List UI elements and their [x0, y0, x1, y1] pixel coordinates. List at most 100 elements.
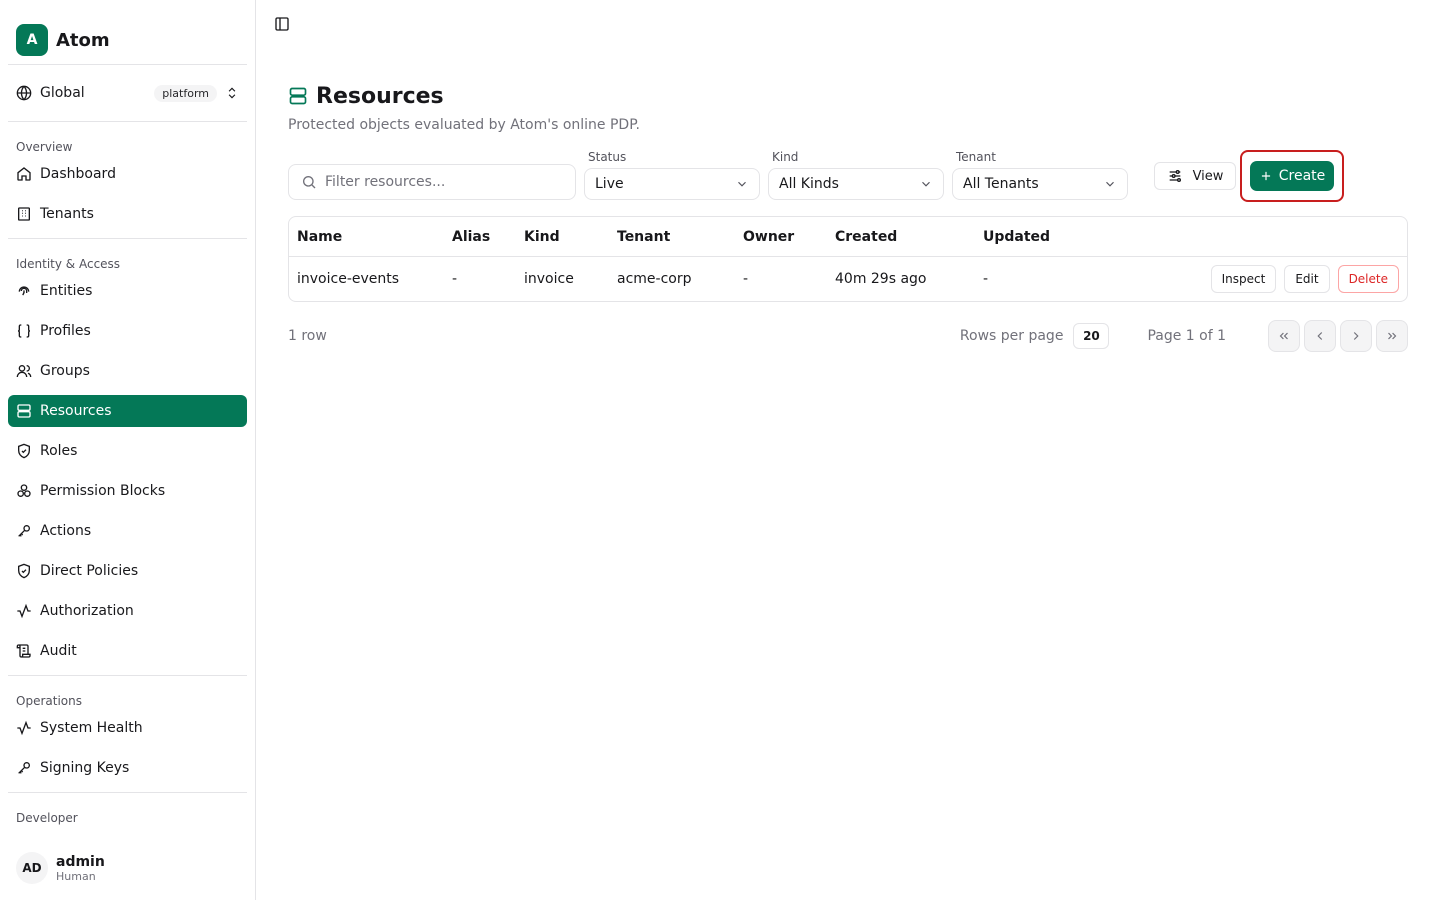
sidebar-item-label: Profiles: [40, 323, 91, 339]
column-header-name[interactable]: Name: [289, 229, 452, 245]
sidebar-item-tenants[interactable]: Tenants: [8, 198, 247, 230]
sidebar-item-dashboard[interactable]: Dashboard: [8, 158, 247, 190]
status-select-value: Live: [595, 176, 624, 192]
divider: [8, 792, 247, 793]
delete-button[interactable]: Delete: [1337, 265, 1399, 293]
cell-alias: -: [452, 271, 458, 287]
inspect-button[interactable]: Inspect: [1210, 265, 1277, 293]
kind-select-value: All Kinds: [779, 176, 839, 192]
rows-per-page-label: Rows per page: [959, 328, 1064, 344]
shield-icon: [18, 443, 30, 459]
column-header-updated[interactable]: Updated: [983, 229, 1123, 245]
scope-label: Global: [40, 85, 85, 101]
sidebar-item-signing-keys[interactable]: Signing Keys: [8, 752, 247, 784]
edit-button[interactable]: Edit: [1284, 265, 1330, 293]
activity-icon: [17, 603, 31, 619]
chevrons-left-icon: [1279, 332, 1288, 340]
tenant-filter-label: Tenant: [956, 150, 996, 164]
user-info: admin Human: [56, 854, 105, 883]
page-info: Page 1 of 1: [1147, 328, 1226, 344]
table-header: Name Alias Kind Tenant Owner Created Upd…: [289, 217, 1407, 257]
status-select[interactable]: Live: [584, 168, 760, 200]
sidebar-item-entities[interactable]: Entities: [8, 275, 247, 307]
scroll-icon: [16, 644, 31, 658]
avatar: AD: [16, 852, 48, 884]
rows-per-page-select[interactable]: 20: [1073, 323, 1110, 349]
database-icon: [17, 404, 31, 418]
chevron-down-icon: [922, 181, 930, 187]
user-menu[interactable]: AD admin Human: [0, 836, 255, 900]
prev-page-button[interactable]: [1304, 320, 1336, 352]
tenant-filter: Tenant All Tenants: [952, 150, 1128, 200]
cell-updated: -: [983, 271, 989, 287]
column-header-tenant[interactable]: Tenant: [617, 229, 743, 245]
section-title-identity: Identity & Access: [16, 257, 121, 271]
column-header-kind[interactable]: Kind: [524, 229, 617, 245]
sidebar-item-actions[interactable]: Actions: [8, 515, 247, 547]
sidebar: A Atom Global platform Overview Dashboar…: [0, 0, 256, 900]
scope-badge: platform: [154, 84, 217, 102]
column-header-owner[interactable]: Owner: [743, 229, 835, 245]
brand-logo: A: [16, 24, 48, 56]
sidebar-item-system-health[interactable]: System Health: [8, 712, 247, 744]
pagination: 1 row Rows per page 20 Page 1 of 1: [288, 320, 1408, 352]
blocks-icon: [17, 484, 31, 497]
user-role: Human: [56, 869, 96, 883]
chevron-down-icon: [1106, 181, 1114, 187]
section-title-overview: Overview: [16, 140, 73, 154]
key-icon: [18, 525, 30, 537]
brand[interactable]: A Atom: [0, 0, 255, 64]
scope-switcher[interactable]: Global platform: [0, 65, 255, 121]
page-content: Resources Protected objects evaluated by…: [288, 80, 1408, 352]
plus-icon: [1261, 171, 1270, 181]
sidebar-item-label: Authorization: [40, 603, 134, 619]
sidebar-item-profiles[interactable]: Profiles: [8, 315, 247, 347]
column-header-alias[interactable]: Alias: [452, 229, 524, 245]
rows-count: 1 row: [288, 328, 327, 344]
sidebar-item-label: Entities: [40, 283, 93, 299]
sidebar-item-audit[interactable]: Audit: [8, 635, 247, 667]
tenant-select-value: All Tenants: [963, 176, 1039, 192]
kind-filter-label: Kind: [772, 150, 799, 164]
sidebar-item-direct-policies[interactable]: Direct Policies: [8, 555, 247, 587]
last-page-button[interactable]: [1376, 320, 1408, 352]
sidebar-item-authorization[interactable]: Authorization: [8, 595, 247, 627]
divider: [8, 121, 247, 122]
sidebar-item-resources[interactable]: Resources: [8, 395, 247, 427]
kind-select[interactable]: All Kinds: [768, 168, 944, 200]
chevron-left-icon: [1317, 332, 1323, 340]
next-page-button[interactable]: [1340, 320, 1372, 352]
chevron-down-icon: [738, 181, 746, 187]
create-button[interactable]: Create: [1250, 161, 1334, 191]
sidebar-item-label: Permission Blocks: [40, 483, 166, 499]
tenant-select[interactable]: All Tenants: [952, 168, 1128, 200]
chevron-right-icon: [1353, 332, 1359, 340]
chevrons-right-icon: [1388, 332, 1397, 340]
sidebar-toggle-icon[interactable]: [274, 16, 290, 32]
key-icon: [18, 762, 30, 774]
kind-filter: Kind All Kinds: [768, 150, 944, 200]
globe-icon: [16, 85, 32, 101]
sidebar-item-label: Direct Policies: [40, 563, 139, 579]
sidebar-item-permission-blocks[interactable]: Permission Blocks: [8, 475, 247, 507]
users-icon: [16, 365, 32, 378]
shield-check-icon: [18, 563, 30, 579]
divider: [8, 675, 247, 676]
search-input[interactable]: [325, 174, 563, 190]
sidebar-item-label: Audit: [40, 643, 77, 659]
sidebar-item-roles[interactable]: Roles: [8, 435, 247, 467]
sliders-icon: [1169, 170, 1181, 182]
view-button-label: View: [1192, 168, 1224, 184]
column-header-created[interactable]: Created: [835, 229, 983, 245]
user-name: admin: [56, 853, 105, 870]
activity-icon: [17, 720, 31, 736]
cell-owner: -: [743, 271, 749, 287]
first-page-button[interactable]: [1268, 320, 1300, 352]
sidebar-item-groups[interactable]: Groups: [8, 355, 247, 387]
cell-name: invoice-events: [297, 271, 400, 287]
row-actions: Inspect Edit Delete: [1210, 265, 1399, 293]
main-content: Resources Protected objects evaluated by…: [256, 0, 1440, 900]
view-options-button[interactable]: View: [1154, 162, 1236, 190]
table-row[interactable]: invoice-events - invoice acme-corp - 40m…: [289, 257, 1407, 301]
search-box[interactable]: [288, 164, 576, 200]
